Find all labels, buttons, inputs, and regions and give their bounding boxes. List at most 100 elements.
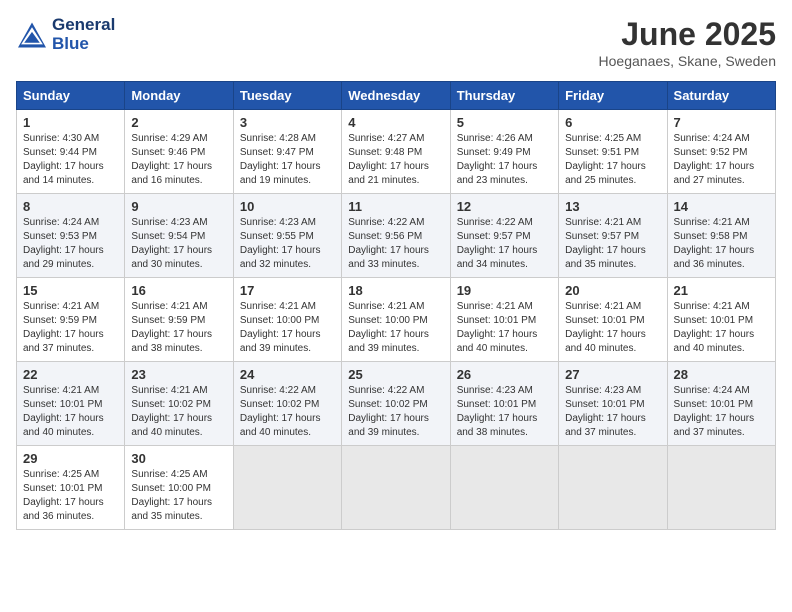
day-cell: 25 Sunrise: 4:22 AM Sunset: 10:02 PM Dayl… [342,362,450,446]
week-row-3: 15 Sunrise: 4:21 AM Sunset: 9:59 PM Dayli… [17,278,776,362]
day-number: 29 [23,451,118,466]
logo-icon [16,21,48,49]
day-cell: 9 Sunrise: 4:23 AM Sunset: 9:54 PM Daylig… [125,194,233,278]
day-info: Sunrise: 4:24 AM Sunset: 9:52 PM Dayligh… [674,132,769,188]
day-number: 26 [457,367,552,382]
day-cell: 1Sunrise: 4:30 AM Sunset: 9:44 PM Daylig… [17,110,125,194]
day-cell: 24 Sunrise: 4:22 AM Sunset: 10:02 PM Dayl… [233,362,341,446]
day-info: Sunrise: 4:21 AM Sunset: 9:57 PM Dayligh… [565,216,660,272]
day-info: Sunrise: 4:21 AM Sunset: 9:58 PM Dayligh… [674,216,769,272]
day-info: Sunrise: 4:23 AM Sunset: 9:54 PM Dayligh… [131,216,226,272]
day-cell: 16 Sunrise: 4:21 AM Sunset: 9:59 PM Dayli… [125,278,233,362]
week-row-4: 22Sunrise: 4:21 AM Sunset: 10:01 PM Dayl… [17,362,776,446]
day-number: 7 [674,115,769,130]
day-number: 19 [457,283,552,298]
day-number: 24 [240,367,335,382]
day-cell: 3 Sunrise: 4:28 AM Sunset: 9:47 PM Daylig… [233,110,341,194]
day-number: 15 [23,283,118,298]
day-cell: 30Sunrise: 4:25 AM Sunset: 10:00 PM Dayl… [125,446,233,530]
day-info: Sunrise: 4:22 AM Sunset: 10:02 PM Daylig… [348,384,443,440]
day-cell: 2 Sunrise: 4:29 AM Sunset: 9:46 PM Daylig… [125,110,233,194]
day-cell: 4 Sunrise: 4:27 AM Sunset: 9:48 PM Daylig… [342,110,450,194]
day-info: Sunrise: 4:26 AM Sunset: 9:49 PM Dayligh… [457,132,552,188]
day-info: Sunrise: 4:27 AM Sunset: 9:48 PM Dayligh… [348,132,443,188]
day-number: 1 [23,115,118,130]
day-info: Sunrise: 4:21 AM Sunset: 10:01 PM Daylig… [565,300,660,356]
day-number: 10 [240,199,335,214]
day-number: 12 [457,199,552,214]
day-info: Sunrise: 4:22 AM Sunset: 9:57 PM Dayligh… [457,216,552,272]
day-info: Sunrise: 4:25 AM Sunset: 9:51 PM Dayligh… [565,132,660,188]
weekday-header-friday: Friday [559,82,667,110]
day-info: Sunrise: 4:23 AM Sunset: 10:01 PM Daylig… [457,384,552,440]
day-cell: 17 Sunrise: 4:21 AM Sunset: 10:00 PM Dayl… [233,278,341,362]
location: Hoeganaes, Skane, Sweden [599,53,776,69]
day-cell: 28Sunrise: 4:24 AM Sunset: 10:01 PM Dayl… [667,362,775,446]
title-block: June 2025 Hoeganaes, Skane, Sweden [599,16,776,69]
day-number: 4 [348,115,443,130]
day-cell: 22Sunrise: 4:21 AM Sunset: 10:01 PM Dayl… [17,362,125,446]
day-cell: 18 Sunrise: 4:21 AM Sunset: 10:00 PM Dayl… [342,278,450,362]
day-cell: 29 Sunrise: 4:25 AM Sunset: 10:01 PM Dayl… [17,446,125,530]
day-info: Sunrise: 4:21 AM Sunset: 10:00 PM Daylig… [240,300,335,356]
day-info: Sunrise: 4:29 AM Sunset: 9:46 PM Dayligh… [131,132,226,188]
day-number: 16 [131,283,226,298]
day-cell: 15 Sunrise: 4:21 AM Sunset: 9:59 PM Dayli… [17,278,125,362]
day-cell: 27Sunrise: 4:23 AM Sunset: 10:01 PM Dayl… [559,362,667,446]
day-cell: 5 Sunrise: 4:26 AM Sunset: 9:49 PM Daylig… [450,110,558,194]
day-number: 23 [131,367,226,382]
day-info: Sunrise: 4:21 AM Sunset: 10:00 PM Daylig… [348,300,443,356]
day-info: Sunrise: 4:22 AM Sunset: 9:56 PM Dayligh… [348,216,443,272]
day-number: 27 [565,367,660,382]
day-number: 3 [240,115,335,130]
day-cell: 19Sunrise: 4:21 AM Sunset: 10:01 PM Dayl… [450,278,558,362]
week-row-1: 1Sunrise: 4:30 AM Sunset: 9:44 PM Daylig… [17,110,776,194]
day-info: Sunrise: 4:21 AM Sunset: 9:59 PM Dayligh… [23,300,118,356]
day-number: 17 [240,283,335,298]
day-cell: 26 Sunrise: 4:23 AM Sunset: 10:01 PM Dayl… [450,362,558,446]
day-number: 9 [131,199,226,214]
day-info: Sunrise: 4:23 AM Sunset: 9:55 PM Dayligh… [240,216,335,272]
day-cell [667,446,775,530]
day-info: Sunrise: 4:21 AM Sunset: 9:59 PM Dayligh… [131,300,226,356]
day-info: Sunrise: 4:28 AM Sunset: 9:47 PM Dayligh… [240,132,335,188]
day-cell [233,446,341,530]
day-cell: 14Sunrise: 4:21 AM Sunset: 9:58 PM Dayli… [667,194,775,278]
weekday-header-monday: Monday [125,82,233,110]
day-info: Sunrise: 4:24 AM Sunset: 10:01 PM Daylig… [674,384,769,440]
day-cell: 23 Sunrise: 4:21 AM Sunset: 10:02 PM Dayl… [125,362,233,446]
day-cell: 6 Sunrise: 4:25 AM Sunset: 9:51 PM Daylig… [559,110,667,194]
day-cell [559,446,667,530]
day-cell: 13 Sunrise: 4:21 AM Sunset: 9:57 PM Dayli… [559,194,667,278]
day-cell: 8Sunrise: 4:24 AM Sunset: 9:53 PM Daylig… [17,194,125,278]
day-info: Sunrise: 4:21 AM Sunset: 10:01 PM Daylig… [674,300,769,356]
weekday-header-sunday: Sunday [17,82,125,110]
day-cell: 7 Sunrise: 4:24 AM Sunset: 9:52 PM Daylig… [667,110,775,194]
day-number: 18 [348,283,443,298]
calendar: SundayMondayTuesdayWednesdayThursdayFrid… [16,81,776,530]
day-info: Sunrise: 4:21 AM Sunset: 10:02 PM Daylig… [131,384,226,440]
day-cell: 20Sunrise: 4:21 AM Sunset: 10:01 PM Dayl… [559,278,667,362]
day-cell [342,446,450,530]
day-cell: 12 Sunrise: 4:22 AM Sunset: 9:57 PM Dayli… [450,194,558,278]
day-number: 21 [674,283,769,298]
day-info: Sunrise: 4:24 AM Sunset: 9:53 PM Dayligh… [23,216,118,272]
day-cell: 10 Sunrise: 4:23 AM Sunset: 9:55 PM Dayli… [233,194,341,278]
day-number: 25 [348,367,443,382]
day-cell: 11Sunrise: 4:22 AM Sunset: 9:56 PM Dayli… [342,194,450,278]
logo: General Blue [16,16,115,53]
week-row-2: 8Sunrise: 4:24 AM Sunset: 9:53 PM Daylig… [17,194,776,278]
day-number: 13 [565,199,660,214]
day-number: 5 [457,115,552,130]
week-row-5: 29 Sunrise: 4:25 AM Sunset: 10:01 PM Dayl… [17,446,776,530]
weekday-header-row: SundayMondayTuesdayWednesdayThursdayFrid… [17,82,776,110]
weekday-header-thursday: Thursday [450,82,558,110]
day-info: Sunrise: 4:25 AM Sunset: 10:01 PM Daylig… [23,468,118,524]
day-number: 2 [131,115,226,130]
day-info: Sunrise: 4:21 AM Sunset: 10:01 PM Daylig… [23,384,118,440]
day-info: Sunrise: 4:22 AM Sunset: 10:02 PM Daylig… [240,384,335,440]
month-title: June 2025 [599,16,776,53]
day-cell: 21 Sunrise: 4:21 AM Sunset: 10:01 PM Dayl… [667,278,775,362]
day-number: 6 [565,115,660,130]
day-number: 30 [131,451,226,466]
